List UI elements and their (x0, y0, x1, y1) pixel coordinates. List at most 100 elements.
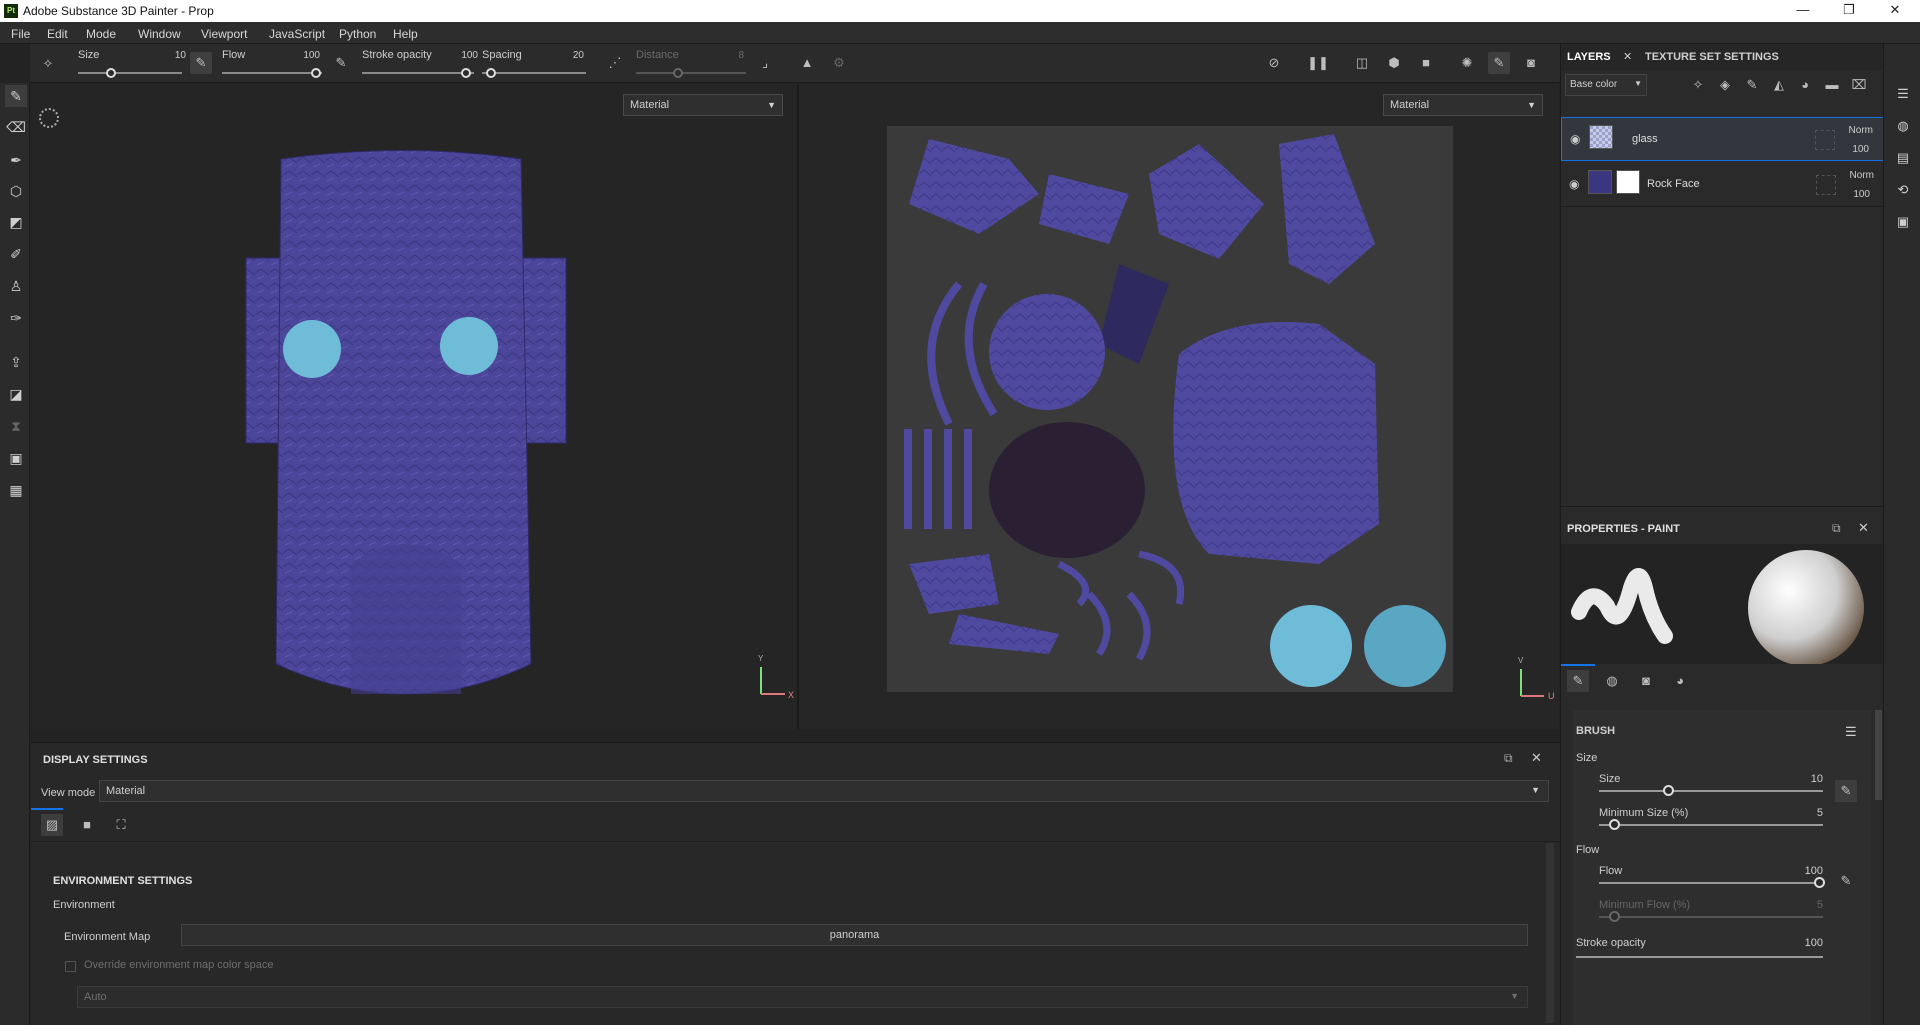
channel-select[interactable]: Base color ▼ (1565, 74, 1647, 96)
delete-layer-icon[interactable]: ⌧ (1848, 74, 1870, 96)
min-size-slider-handle[interactable] (1609, 819, 1620, 830)
paint-brush-icon[interactable]: ✎ (5, 85, 27, 107)
mask-slot[interactable] (1816, 175, 1836, 195)
pen-pressure-size-icon[interactable]: ✎ (190, 52, 212, 74)
tab-layers[interactable]: LAYERS (1567, 44, 1611, 70)
history-icon[interactable]: ⟲ (1893, 180, 1913, 200)
add-effect-icon[interactable]: ✧ (1687, 74, 1709, 96)
pause-icon[interactable]: ❚❚ (1307, 52, 1329, 74)
menu-javascript[interactable]: JavaScript (269, 27, 325, 41)
pen-pressure-flow-icon[interactable]: ✎ (1835, 870, 1857, 892)
add-mask-icon[interactable]: ◈ (1714, 74, 1736, 96)
min-size-slider[interactable] (1599, 824, 1823, 826)
layer-opacity[interactable]: 100 (1853, 189, 1870, 200)
view-mode-select[interactable]: Material ▼ (99, 780, 1549, 802)
split-view-icon[interactable]: ◫ (1351, 52, 1373, 74)
symmetry-icon[interactable]: ▲ (796, 52, 818, 74)
viewport-3d[interactable]: Material ▼ Y X (31, 84, 797, 729)
add-smart-material-icon[interactable]: ◕ (1794, 74, 1816, 96)
menu-viewport[interactable]: Viewport (201, 27, 247, 41)
visibility-eye-icon[interactable]: ◉ (1570, 132, 1580, 146)
menu-edit[interactable]: Edit (47, 27, 68, 41)
blend-mode-select[interactable]: Norm (1850, 170, 1874, 181)
stencil-tab-icon[interactable]: ◙ (1635, 670, 1657, 692)
pen-pressure-flow-icon[interactable]: ✎ (330, 52, 352, 74)
distance-slider-handle[interactable] (673, 68, 683, 78)
viewer-tab-icon[interactable]: ⛶ (110, 814, 132, 836)
close-tab-icon[interactable]: ✕ (1623, 50, 1632, 63)
blend-mode-select[interactable]: Norm (1849, 125, 1873, 136)
color-space-select[interactable]: Auto ▼ (77, 986, 1528, 1008)
log-icon[interactable]: ▣ (1893, 212, 1913, 232)
min-flow-slider-handle[interactable] (1609, 911, 1620, 922)
environment-map-field[interactable]: panorama (181, 924, 1528, 946)
material-tab-icon[interactable]: ◕ (1669, 670, 1691, 692)
geometry-mask-icon[interactable]: ◩ (5, 211, 27, 233)
brush-tab-icon[interactable]: ✎ (1567, 670, 1589, 692)
brush-flow-slider[interactable] (1599, 882, 1823, 884)
box-icon[interactable]: ▦ (5, 479, 27, 501)
pen-pressure-size-icon[interactable]: ✎ (1835, 780, 1857, 802)
symmetry-settings-icon[interactable]: ⚙ (828, 52, 850, 74)
override-checkbox[interactable] (65, 961, 76, 972)
add-fill-layer-icon[interactable]: ◭ (1768, 74, 1790, 96)
tab-texture-set-settings[interactable]: TEXTURE SET SETTINGS (1645, 44, 1779, 70)
size-slider[interactable] (78, 72, 182, 74)
maximize-button[interactable]: ❐ (1834, 2, 1864, 20)
menu-help[interactable]: Help (393, 27, 418, 41)
flow-slider-handle[interactable] (311, 68, 321, 78)
paint-mode-icon[interactable]: ✎ (1488, 52, 1510, 74)
export-icon[interactable]: ⇪ (5, 351, 27, 373)
menu-file[interactable]: File (11, 27, 30, 41)
texture-set-icon[interactable]: ◍ (1893, 116, 1913, 136)
close-button[interactable]: ✕ (1880, 2, 1910, 20)
cube-view-icon[interactable]: ⬢ (1383, 52, 1405, 74)
add-folder-icon[interactable]: ▬ (1821, 74, 1843, 96)
iray-icon[interactable]: ✺ (1456, 52, 1478, 74)
layer-opacity[interactable]: 100 (1852, 144, 1869, 155)
close-panel-icon[interactable]: ✕ (1531, 750, 1542, 766)
timer-icon[interactable]: ⧗ (5, 415, 27, 437)
environment-tab-icon[interactable]: ▨ (41, 814, 63, 836)
brush-size-slider-handle[interactable] (1663, 785, 1674, 796)
shelf-icon[interactable]: ▤ (1893, 148, 1913, 168)
properties-scrollbar[interactable] (1875, 710, 1882, 800)
document-icon[interactable]: ▣ (5, 447, 27, 469)
screenshot-icon[interactable]: ◙ (1520, 52, 1542, 74)
flow-slider[interactable] (222, 72, 322, 74)
stroke-opacity-slider[interactable] (1576, 956, 1823, 958)
eraser-icon[interactable]: ⌫ (5, 116, 27, 138)
layers-panel-icon[interactable]: ☰ (1893, 84, 1913, 104)
camera-tab-icon[interactable]: ■ (76, 814, 98, 836)
camera-icon[interactable]: ■ (1415, 52, 1437, 74)
clone-stamp-icon[interactable]: ♙ (5, 275, 27, 297)
layer-rock-face[interactable]: ◉ Rock Face Norm 100 (1561, 163, 1884, 207)
add-paint-layer-icon[interactable]: ✎ (1741, 74, 1763, 96)
float-panel-icon[interactable]: ⧉ (1832, 521, 1841, 536)
menu-list-icon[interactable]: ☰ (1845, 724, 1857, 740)
close-panel-icon[interactable]: ✕ (1858, 520, 1869, 536)
hide-icon[interactable]: ⊘ (1263, 52, 1285, 74)
menu-python[interactable]: Python (339, 27, 376, 41)
minimize-button[interactable]: — (1788, 2, 1818, 20)
smudge-icon[interactable]: ✐ (5, 243, 27, 265)
mask-slot[interactable] (1815, 130, 1835, 150)
spacing-slider[interactable] (482, 72, 586, 74)
stroke-opacity-slider-handle[interactable] (461, 68, 471, 78)
projection-icon[interactable]: ✒ (5, 149, 27, 171)
lazy-mouse-icon[interactable]: ⋰ (604, 52, 626, 74)
stroke-opacity-slider[interactable] (362, 72, 474, 74)
alpha-tab-icon[interactable]: ◍ (1601, 670, 1623, 692)
menu-mode[interactable]: Mode (86, 27, 116, 41)
viewport-2d[interactable]: Material ▼ V U (799, 84, 1559, 729)
display-settings-scrollbar[interactable] (1546, 843, 1554, 1023)
brush-flow-slider-handle[interactable] (1814, 877, 1825, 888)
size-slider-handle[interactable] (106, 68, 116, 78)
brush-preset-icon[interactable]: ✧ (37, 53, 59, 75)
color-picker-icon[interactable]: ✑ (5, 307, 27, 329)
brush-size-slider[interactable] (1599, 790, 1823, 792)
alignment-icon[interactable]: ⌟ (754, 52, 776, 74)
spacing-slider-handle[interactable] (486, 68, 496, 78)
bake-icon[interactable]: ◪ (5, 383, 27, 405)
distance-slider[interactable] (636, 72, 746, 74)
